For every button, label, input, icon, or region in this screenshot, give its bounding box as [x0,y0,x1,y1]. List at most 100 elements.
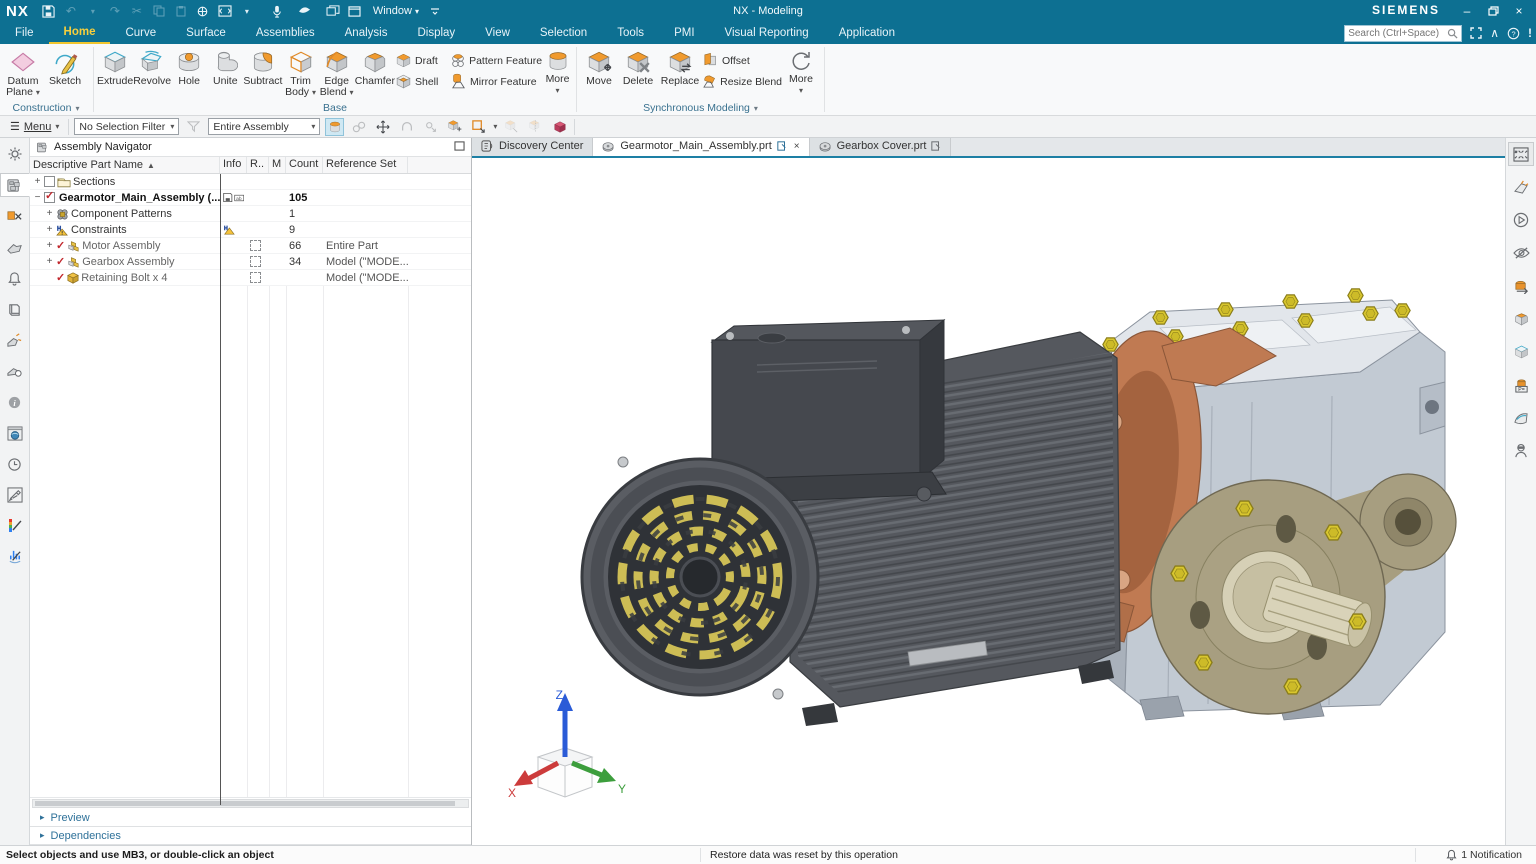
menu-display[interactable]: Display [402,22,470,44]
pmi-tool-icon[interactable]: P= [1508,373,1534,397]
vr-icon[interactable] [1508,439,1534,463]
hole-button[interactable]: Unite Hole [171,46,207,87]
move-face-button[interactable]: Move [580,46,618,87]
add-component-dropdown-icon[interactable]: ▾ [493,122,497,131]
motor-assembly-check[interactable]: ✓ [56,240,65,251]
microphone-icon[interactable] [267,2,287,20]
window-menu[interactable]: Window ▾ [373,5,419,17]
menu-home[interactable]: Home [48,22,111,44]
selection-filter-icon[interactable] [184,118,203,136]
add-component-icon[interactable] [469,118,488,136]
sections-checkbox[interactable] [44,176,55,187]
extrude-button[interactable]: Extrude [97,46,133,87]
ribbon-options-icon[interactable] [425,2,445,20]
menu-pmi[interactable]: PMI [659,22,709,44]
hide-object-icon[interactable] [1508,241,1534,265]
info-icon[interactable]: i [2,390,28,414]
window-icon[interactable] [345,2,365,20]
interpart-link-icon[interactable] [349,118,368,136]
menu-analysis[interactable]: Analysis [330,22,403,44]
restore-button[interactable] [1480,0,1506,22]
constraint-navigator-icon[interactable] [2,204,28,228]
offset-region-button[interactable]: Offset [702,52,782,69]
menu-assemblies[interactable]: Assemblies [241,22,330,44]
shell-button[interactable]: Shell [395,73,450,90]
assembly-constraints-icon[interactable] [397,118,416,136]
wave-geometry-icon[interactable] [550,118,569,136]
edge-blend-button[interactable]: Edge Blend ▾ [319,46,355,98]
sheet-tool-icon[interactable] [1508,406,1534,430]
menu-view[interactable]: View [470,22,525,44]
menu-visual-reporting[interactable]: Visual Reporting [710,22,824,44]
dependencies-section[interactable]: ▸ Dependencies [30,827,471,845]
selection-filter-combo[interactable]: No Selection Filter ▾ [74,118,180,135]
replace-face-button[interactable]: Replace [658,46,702,87]
layout-dropdown-icon[interactable]: ▾ [237,2,257,20]
tree-row-retaining-bolt[interactable]: ✓ Retaining Bolt x 4 Model ("MODE... [30,270,471,286]
touch-explore-icon[interactable] [2,545,28,569]
command-search[interactable] [1344,24,1463,42]
fit-view-icon[interactable] [1508,142,1534,166]
menu-tools[interactable]: Tools [602,22,659,44]
chamfer-tool-icon[interactable] [1508,307,1534,331]
chamfer-button[interactable]: Chamfer [355,46,395,87]
fullscreen-icon[interactable] [1470,27,1482,39]
cascade-windows-icon[interactable] [323,2,343,20]
tree-row-main-assembly[interactable]: − ✓ Gearmotor_Main_Assembly (... ab 105 [30,190,471,206]
unite-button[interactable]: Unite [207,46,243,87]
minimize-ribbon-icon[interactable]: ∧ [1490,26,1499,40]
tree-row-constraints[interactable]: + Constraints 9 [30,222,471,238]
color-palette-icon[interactable] [2,514,28,538]
view-triad[interactable]: Z X Y [500,685,630,815]
sync-more-button[interactable]: More ▾ [782,46,820,96]
layout-icon[interactable] [215,2,235,20]
tree-row-component-patterns[interactable]: + Component Patterns 1 [30,206,471,222]
main-assembly-checkbox[interactable]: ✓ [44,191,55,203]
menu-surface[interactable]: Surface [171,22,241,44]
minimize-button[interactable]: – [1454,0,1480,22]
notification-area[interactable]: 1 Notification [1446,849,1522,861]
selection-scope-combo[interactable]: Entire Assembly ▾ [208,118,321,135]
menu-selection[interactable]: Selection [525,22,602,44]
menu-file[interactable]: File [0,22,49,44]
tab-gearmotor-main-assembly[interactable]: Gearmotor_Main_Assembly.prt × [593,136,810,156]
new-component-icon[interactable] [445,118,464,136]
tree-horizontal-scrollbar[interactable] [32,799,469,808]
delete-face-button[interactable]: Delete [618,46,658,87]
touch-mode-icon[interactable] [193,2,213,20]
tools-icon[interactable] [2,483,28,507]
tree-row-gearbox-assembly[interactable]: + ✓ Gearbox Assembly 34 Model ("MODE... [30,254,471,270]
menu-button[interactable]: ☰ Menu ▾ [6,120,63,134]
help-icon[interactable]: ? [1507,27,1520,40]
tab-discovery-center[interactable]: Discovery Center [472,136,594,156]
mirror-assembly-icon[interactable] [526,118,545,136]
undock-panel-icon[interactable] [454,140,465,154]
sketch-button[interactable]: Sketch [44,46,86,87]
alerts-icon[interactable]: ! [1528,26,1532,40]
web-browser-icon[interactable] [2,421,28,445]
bell-icon[interactable] [2,266,28,290]
draft-button[interactable]: Draft [395,52,450,69]
revolve-button[interactable]: Revolve [133,46,171,87]
mirror-feature-button[interactable]: Mirror Feature [450,73,542,90]
tree-column-headers[interactable]: Descriptive Part Name ▲ Info R.. M Count … [30,157,471,174]
tab-gearbox-cover[interactable]: Gearbox Cover.prt [809,136,952,156]
resize-blend-button[interactable]: Resize Blend [702,73,782,90]
assembly-navigator-icon[interactable] [0,173,30,197]
datum-display-icon[interactable] [1508,175,1534,199]
tree-row-sections[interactable]: + Sections [30,174,471,190]
preview-section[interactable]: ▸ Preview [30,809,471,827]
search-input[interactable] [1348,27,1448,39]
view-manipulation-icon[interactable] [2,328,28,352]
gearbox-assembly-check[interactable]: ✓ [56,256,65,267]
close-button[interactable]: × [1506,0,1532,22]
datum-plane-button[interactable]: Datum Plane ▾ [2,46,44,98]
trim-body-button[interactable]: Trim Body ▾ [282,46,318,98]
play-animation-icon[interactable] [1508,208,1534,232]
remember-constraints-icon[interactable] [421,118,440,136]
extrude-tool-icon[interactable] [1508,340,1534,364]
measure-icon[interactable] [2,359,28,383]
part-navigator-icon[interactable] [2,235,28,259]
tab-close-icon[interactable]: × [794,141,800,152]
reuse-library-icon[interactable] [2,297,28,321]
